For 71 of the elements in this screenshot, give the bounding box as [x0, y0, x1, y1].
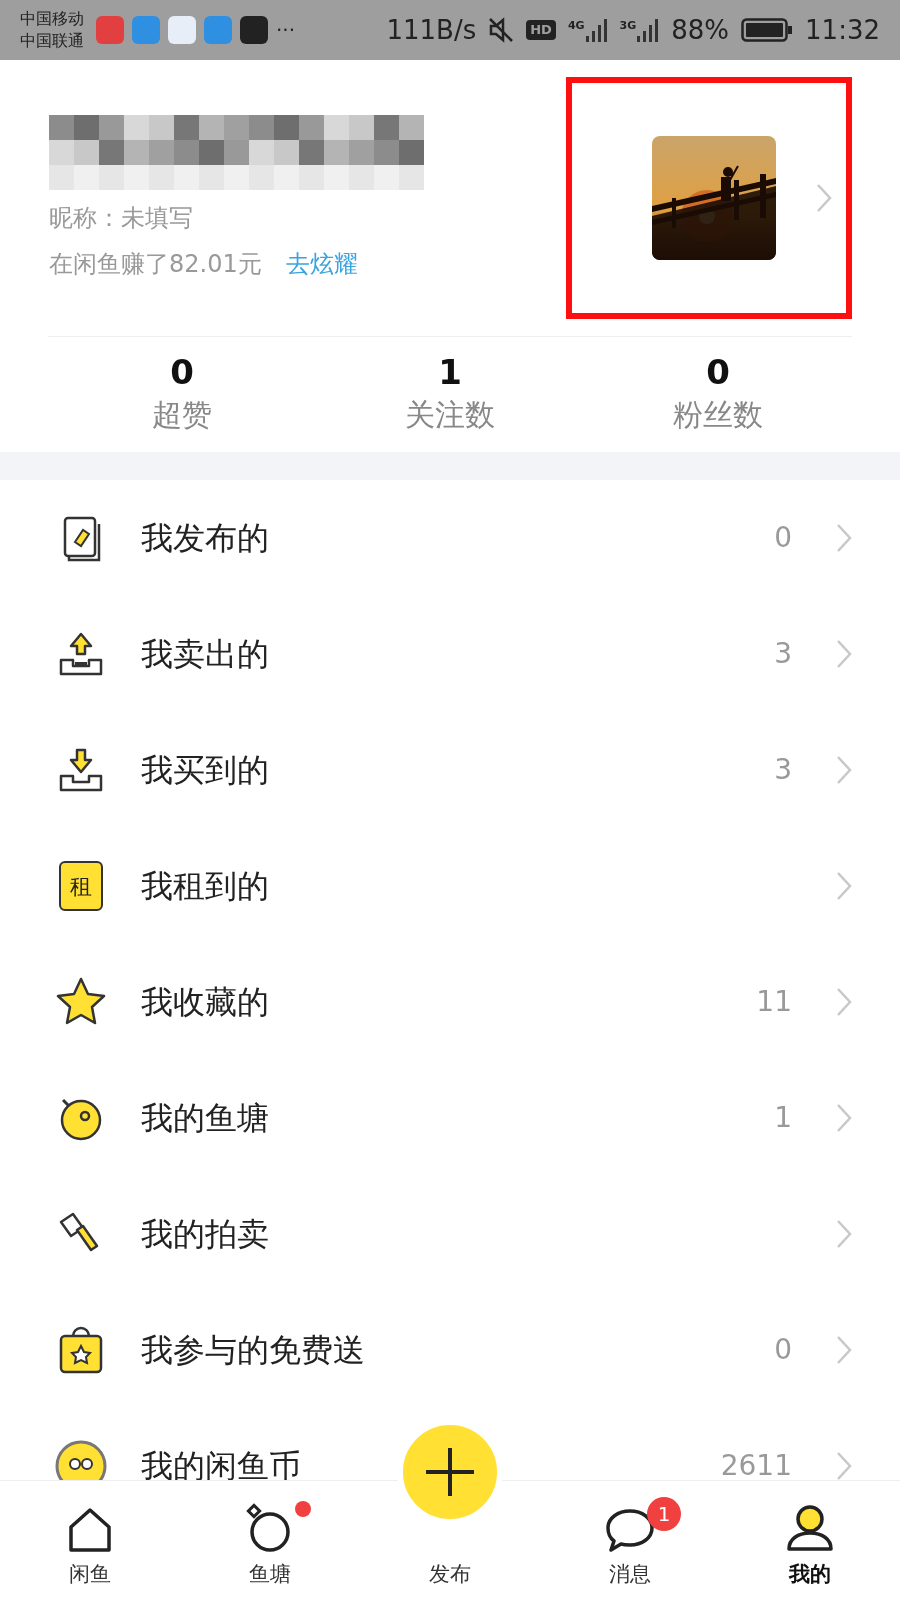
menu-row[interactable]: 我发布的 0: [0, 480, 900, 596]
menu-row[interactable]: 我卖出的 3: [0, 596, 900, 712]
nav-label: 我的: [789, 1560, 831, 1588]
network-type-label: 4G: [567, 18, 585, 34]
carrier-label: 中国移动: [20, 8, 84, 30]
network-type-label: 3G: [619, 18, 637, 34]
count-text: 0: [774, 1332, 792, 1368]
menu-label: 我参与的免费送: [141, 1330, 365, 1371]
mute-icon: [488, 17, 515, 43]
battery-icon: [741, 18, 794, 42]
unread-badge: 1: [647, 1496, 681, 1531]
earnings-text: 在闲鱼赚了82.01元: [49, 248, 262, 280]
chevron-right-icon: [836, 1335, 852, 1365]
menu-label: 我租到的: [141, 866, 269, 907]
menu-label: 我的鱼塘: [141, 1098, 269, 1139]
signal-icon: [637, 18, 660, 42]
menu-label: 我卖出的: [141, 634, 269, 675]
count-text: 1: [774, 1100, 792, 1136]
stat-value: 0: [706, 352, 730, 392]
menu-row[interactable]: 我收藏的 11: [0, 944, 900, 1060]
menu-row[interactable]: 我的拍卖: [0, 1176, 900, 1292]
carrier-label: 中国联通: [20, 30, 84, 52]
chevron-right-icon: [836, 871, 852, 901]
menu-label: 我的拍卖: [141, 1214, 269, 1255]
chevron-right-icon: [836, 1219, 852, 1249]
battery-percent: 88%: [671, 13, 730, 47]
nickname-text: 昵称：未填写: [49, 202, 194, 234]
nav-label: 闲鱼: [69, 1560, 111, 1588]
app-notification-icon: [240, 16, 268, 44]
chevron-right-icon: [836, 639, 852, 669]
nav-label: 消息: [609, 1560, 651, 1588]
more-label: ···: [276, 17, 296, 44]
nav-tab[interactable]: 闲鱼: [0, 1481, 180, 1600]
count-text: 0: [774, 520, 792, 556]
clock: 11:32: [805, 13, 880, 47]
count-text: 2611: [720, 1448, 792, 1480]
nav-tab[interactable]: 1 消息: [540, 1481, 720, 1600]
app-notification-icon: [132, 16, 160, 44]
stat-value: 1: [438, 352, 462, 392]
chevron-right-icon: [836, 523, 852, 553]
stat-label[interactable]: 超赞: [152, 392, 212, 437]
chevron-right-icon: [836, 1103, 852, 1133]
stat-label[interactable]: 关注数: [405, 392, 495, 437]
hd-badge: HD: [526, 20, 556, 40]
chevron-right-icon: [836, 1451, 852, 1480]
app-notification-icon: [96, 16, 124, 44]
count-text: 11: [756, 984, 792, 1020]
nav-label[interactable]: 发布: [429, 1558, 471, 1590]
count-text: 3: [774, 752, 792, 788]
highlight-frame[interactable]: [566, 77, 852, 319]
chevron-right-icon: [836, 987, 852, 1017]
chevron-right-icon: [836, 755, 852, 785]
stat-label[interactable]: 粉丝数: [673, 392, 763, 437]
menu-row[interactable]: 我买到的 3: [0, 712, 900, 828]
menu-row[interactable]: 我参与的免费送 0: [0, 1292, 900, 1408]
nav-tab[interactable]: 我的: [720, 1481, 900, 1600]
app-notification-icon: [168, 16, 196, 44]
signal-icon: [585, 18, 608, 42]
nav-tab[interactable]: 鱼塘: [180, 1481, 360, 1600]
menu-label: 我收藏的: [141, 982, 269, 1023]
menu-row[interactable]: 我的鱼塘 1: [0, 1060, 900, 1176]
menu-label: 我买到的: [141, 750, 269, 791]
network-speed: 111B/s: [386, 13, 477, 47]
count-text: 3: [774, 636, 792, 672]
rent-icon: 租: [59, 861, 103, 911]
menu-row[interactable]: 租 我租到的: [0, 828, 900, 944]
chevron-right-icon: [816, 183, 832, 213]
menu-label: 我发布的: [141, 518, 269, 559]
stat-value: 0: [170, 352, 194, 392]
app-notification-icon: [204, 16, 232, 44]
nav-label: 鱼塘: [249, 1560, 291, 1588]
